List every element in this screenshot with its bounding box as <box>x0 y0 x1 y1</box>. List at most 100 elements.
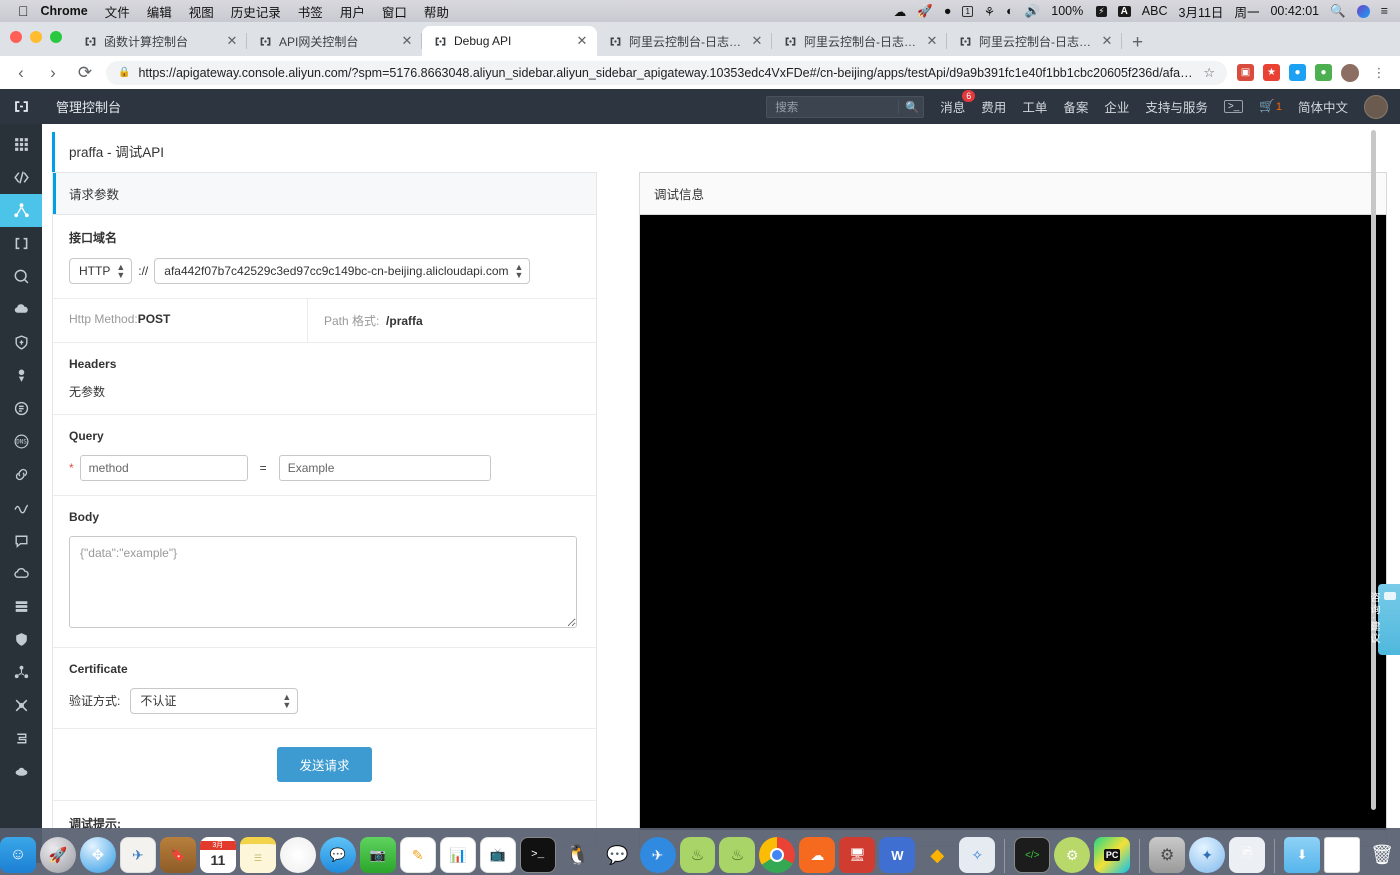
apps-grid-icon[interactable] <box>0 128 42 161</box>
dock-item-trash[interactable]: 🗑 <box>1364 837 1400 873</box>
menu-item-edit[interactable]: 编辑 <box>147 2 172 21</box>
input-source-badge[interactable]: A <box>1117 5 1131 17</box>
dock-item-teamviewer[interactable]: 🖥 <box>839 837 876 873</box>
dock-item-preview[interactable]: 🖻 <box>1229 837 1266 873</box>
header-search-box[interactable]: 搜索 🔍 <box>766 95 925 118</box>
browser-tab[interactable]: 函数计算控制台 ✕ <box>72 26 247 56</box>
menu-item-profiles[interactable]: 用户 <box>340 2 365 21</box>
siri-icon[interactable] <box>1356 4 1370 18</box>
cloud-monitor-icon[interactable] <box>0 293 42 326</box>
tab-close-icon[interactable]: ✕ <box>400 33 414 49</box>
close-window-button[interactable] <box>10 31 22 43</box>
browser-tab[interactable]: 阿里云控制台-日志服务 ✕ <box>947 26 1122 56</box>
volume-icon[interactable]: 🔊 <box>1025 4 1041 19</box>
dropbox-icon[interactable]: ☁ <box>894 4 907 19</box>
dock-item-pycharm[interactable]: PC <box>1094 837 1131 873</box>
dock-item-app-store[interactable]: ✧ <box>959 837 996 873</box>
host-select[interactable]: afa442f07b7c42529c3ed97cc9c149bc-cn-beij… <box>154 257 531 284</box>
dock-item-numbers[interactable]: 📊 <box>439 837 476 873</box>
apple-menu-icon[interactable]:  <box>18 4 29 18</box>
maximize-window-button[interactable] <box>50 31 62 43</box>
dock-item-contacts[interactable]: 🔖 <box>159 837 196 873</box>
aliyun-logo-icon[interactable] <box>0 98 42 115</box>
dock-item-chrome[interactable] <box>759 837 796 873</box>
dock-item-dingtalk[interactable]: ✈ <box>639 837 676 873</box>
network-icon[interactable] <box>0 656 42 689</box>
dock-item-wechat[interactable]: 💬 <box>600 837 636 873</box>
rocket-icon[interactable]: 🚀 <box>917 4 933 19</box>
storage-icon[interactable] <box>0 722 42 755</box>
battery-icon[interactable]: ⚡ <box>1096 5 1107 17</box>
chat-icon[interactable] <box>0 524 42 557</box>
menu-item-help[interactable]: 帮助 <box>424 2 449 21</box>
container-icon[interactable] <box>0 227 42 260</box>
dock-item-finder[interactable]: ☺ <box>0 837 36 873</box>
analytics-icon[interactable] <box>0 491 42 524</box>
bluetooth-icon[interactable]: ⚘ <box>984 4 995 19</box>
dock-item-sketch[interactable]: ◆ <box>919 837 955 873</box>
dock-item-notes[interactable]: ☰ <box>239 837 276 873</box>
browser-tab[interactable]: API网关控制台 ✕ <box>247 26 422 56</box>
dock-item-facetime[interactable]: 📷 <box>359 837 396 873</box>
nav-billing[interactable]: 费用 <box>981 97 1006 116</box>
menu-app-name[interactable]: Chrome <box>41 4 88 18</box>
dock-item-keynote[interactable]: 📺 <box>479 837 516 873</box>
dns-icon[interactable]: DNS <box>0 425 42 458</box>
menu-item-window[interactable]: 窗口 <box>382 2 407 21</box>
tab-close-icon[interactable]: ✕ <box>225 33 239 49</box>
chrome-profile-avatar[interactable] <box>1341 63 1359 82</box>
dock-item-youdao[interactable]: ♨ <box>679 837 716 873</box>
dock-item-downloads-folder[interactable]: ⬇ <box>1284 837 1321 873</box>
nav-icp[interactable]: 备案 <box>1063 97 1088 116</box>
dock-item-photos[interactable]: ❊ <box>279 837 316 873</box>
browser-tab[interactable]: 阿里云控制台-日志服务 ✕ <box>772 26 947 56</box>
nav-messages[interactable]: 消息 6 <box>940 90 976 116</box>
new-tab-button[interactable]: + <box>1122 33 1153 56</box>
query-key-input[interactable] <box>79 454 248 481</box>
body-textarea[interactable] <box>69 535 577 628</box>
extension-icon-4[interactable]: ● <box>1315 64 1332 81</box>
code-icon[interactable] <box>0 161 42 194</box>
cluster-icon[interactable] <box>0 689 42 722</box>
dock-item-mail[interactable]: ✈ <box>119 837 156 873</box>
dock-item-messages[interactable]: 💬 <box>319 837 356 873</box>
input-source-label[interactable]: ABC <box>1142 4 1168 18</box>
query-value-input[interactable] <box>278 454 491 481</box>
browser-tab[interactable]: 阿里云控制台-日志服务 ✕ <box>597 26 772 56</box>
bookmark-star-icon[interactable]: ☆ <box>1203 65 1215 81</box>
security-shield-icon[interactable] <box>0 326 42 359</box>
dock-item-pages[interactable]: ✎ <box>399 837 436 873</box>
protocol-select[interactable]: HTTP ▲ ▼ <box>69 257 133 284</box>
send-request-button[interactable]: 发送请求 <box>277 746 372 782</box>
minimize-window-button[interactable] <box>30 31 42 43</box>
push-icon[interactable] <box>0 359 42 392</box>
dock-item-wechat-devtools[interactable]: ✦ <box>1189 837 1226 873</box>
extension-icon-2[interactable]: ★ <box>1263 64 1280 81</box>
cloud-shell-icon[interactable]: >_ <box>1223 100 1244 113</box>
forward-button[interactable]: › <box>42 64 64 81</box>
shield-icon[interactable]: ● <box>944 4 952 18</box>
menu-item-view[interactable]: 视图 <box>189 2 214 21</box>
language-selector[interactable]: 简体中文 <box>1298 97 1348 116</box>
api-gateway-icon[interactable] <box>0 194 42 227</box>
search-icon[interactable]: 🔍 <box>897 99 919 114</box>
dock-item-system-preferences[interactable]: ⚙ <box>1149 837 1186 873</box>
address-bar[interactable]: 🔒 https://apigateway.console.aliyun.com/… <box>106 60 1227 85</box>
message-service-icon[interactable] <box>0 392 42 425</box>
calendar-day-icon[interactable]: 1 <box>962 5 973 17</box>
extension-icon-1[interactable]: ▣ <box>1237 64 1254 81</box>
dock-item-iterm[interactable]: </> <box>1014 837 1051 873</box>
spotlight-search-icon[interactable]: 🔍 <box>1330 4 1346 19</box>
database-icon[interactable] <box>0 590 42 623</box>
chrome-menu-icon[interactable]: ⋮ <box>1368 66 1390 79</box>
dock-item-android-studio[interactable]: ⚙ <box>1054 837 1091 873</box>
dock-item-terminal[interactable]: >_ <box>519 837 556 873</box>
notification-center-icon[interactable]: ≡ <box>1381 4 1388 18</box>
dock-item-qq[interactable]: 🐧 <box>560 837 596 873</box>
disk-icon[interactable] <box>0 755 42 788</box>
nav-support[interactable]: 支持与服务 <box>1145 97 1208 116</box>
wifi-icon[interactable]: ◐ <box>1006 4 1014 18</box>
nav-tickets[interactable]: 工单 <box>1022 97 1047 116</box>
dock-item-launchpad[interactable]: 🚀 <box>40 837 76 873</box>
certificate-select[interactable]: 不认证 ▲ ▼ <box>130 687 299 714</box>
